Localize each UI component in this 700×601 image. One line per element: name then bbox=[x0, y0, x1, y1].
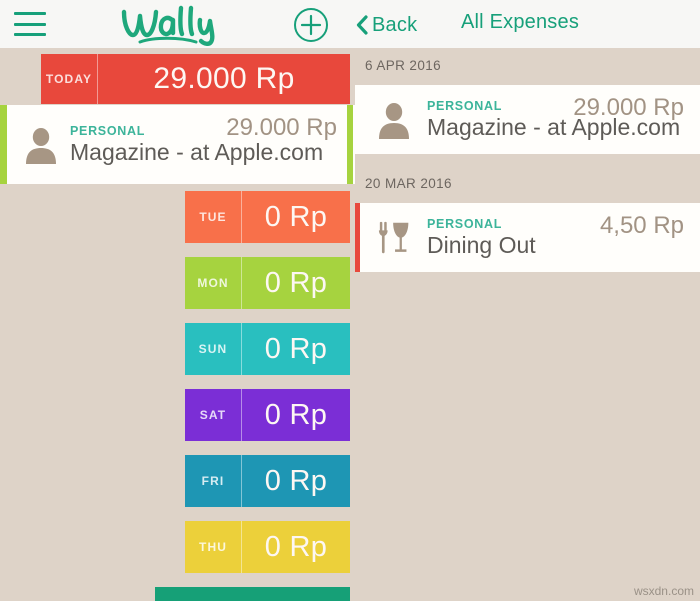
expense-category: PERSONAL bbox=[427, 216, 503, 231]
day-label: TODAY bbox=[41, 54, 98, 104]
hamburger-bar bbox=[14, 33, 46, 36]
day-amount: 29.000 Rp bbox=[153, 62, 295, 95]
hamburger-bar bbox=[14, 22, 46, 26]
app-root: Back All Expenses TODAY 29.000 Rp PERSON… bbox=[0, 0, 700, 601]
day-label: FRI bbox=[185, 455, 242, 507]
day-amount: 0 Rp bbox=[264, 464, 328, 497]
calendar-row-thu[interactable]: THU 0 Rp bbox=[185, 521, 350, 573]
featured-expense-card[interactable]: PERSONAL Magazine - at Apple.com 29.000 … bbox=[0, 105, 355, 184]
day-label: THU bbox=[185, 521, 242, 573]
back-label: Back bbox=[372, 13, 418, 36]
expense-amount: 4,50 Rp bbox=[599, 212, 684, 239]
calendar-row-mon[interactable]: MON 0 Rp bbox=[185, 257, 350, 309]
chevron-left-icon bbox=[355, 14, 369, 36]
day-amount bbox=[212, 587, 350, 601]
expense-name: Dining Out bbox=[427, 231, 536, 258]
add-expense-button[interactable] bbox=[293, 7, 329, 43]
day-label: TUE bbox=[185, 191, 242, 243]
card-accent bbox=[355, 203, 360, 272]
expense-date-header: 20 MAR 2016 bbox=[365, 176, 452, 191]
hamburger-bar bbox=[14, 12, 46, 15]
day-label bbox=[155, 587, 212, 601]
day-amount: 0 Rp bbox=[264, 200, 328, 233]
day-amount: 0 Rp bbox=[264, 530, 328, 563]
day-label: MON bbox=[185, 257, 242, 309]
calendar-row-sun[interactable]: SUN 0 Rp bbox=[185, 323, 350, 375]
card-accent-left bbox=[0, 105, 7, 184]
day-label: SUN bbox=[185, 323, 242, 375]
page-title: All Expenses bbox=[461, 11, 580, 33]
card-accent-right bbox=[347, 105, 353, 184]
day-amount: 0 Rp bbox=[264, 266, 328, 299]
expense-amount: 29.000 Rp bbox=[573, 94, 684, 121]
person-icon bbox=[377, 100, 415, 140]
expense-card[interactable]: PERSONAL Dining Out 4,50 Rp bbox=[355, 203, 700, 272]
day-label: SAT bbox=[185, 389, 242, 441]
wally-logo[interactable] bbox=[118, 2, 238, 46]
person-icon bbox=[24, 126, 58, 164]
calendar-row-sat[interactable]: SAT 0 Rp bbox=[185, 389, 350, 441]
calendar-row-tue[interactable]: TUE 0 Rp bbox=[185, 191, 350, 243]
expenses-column: 6 APR 2016 PERSONAL Magazine - at Apple.co… bbox=[355, 48, 700, 601]
calendar-row-fri[interactable]: FRI 0 Rp bbox=[185, 455, 350, 507]
back-button[interactable]: Back bbox=[355, 10, 417, 40]
expense-card[interactable]: PERSONAL Magazine - at Apple.com 29.000 Rp bbox=[355, 85, 700, 154]
expense-text: PERSONAL Dining Out bbox=[427, 217, 536, 259]
calendar-row-next[interactable] bbox=[155, 587, 350, 601]
expense-amount: 29.000 Rp bbox=[226, 114, 337, 141]
expense-date-header: 6 APR 2016 bbox=[365, 58, 442, 73]
calendar-row-today[interactable]: TODAY 29.000 Rp bbox=[41, 54, 350, 104]
card-accent bbox=[355, 85, 360, 154]
day-amount: 0 Rp bbox=[264, 332, 328, 365]
expense-name: Magazine - at Apple.com bbox=[70, 138, 324, 165]
calendar-column: TODAY 29.000 Rp PERSONAL Magazine - at A… bbox=[0, 48, 355, 601]
day-amount: 0 Rp bbox=[264, 398, 328, 431]
hamburger-menu-icon[interactable] bbox=[14, 12, 46, 36]
top-navigation-bar: Back All Expenses bbox=[0, 0, 700, 48]
watermark: wsxdn.com bbox=[633, 584, 694, 598]
fork-wineglass-icon bbox=[377, 218, 415, 258]
